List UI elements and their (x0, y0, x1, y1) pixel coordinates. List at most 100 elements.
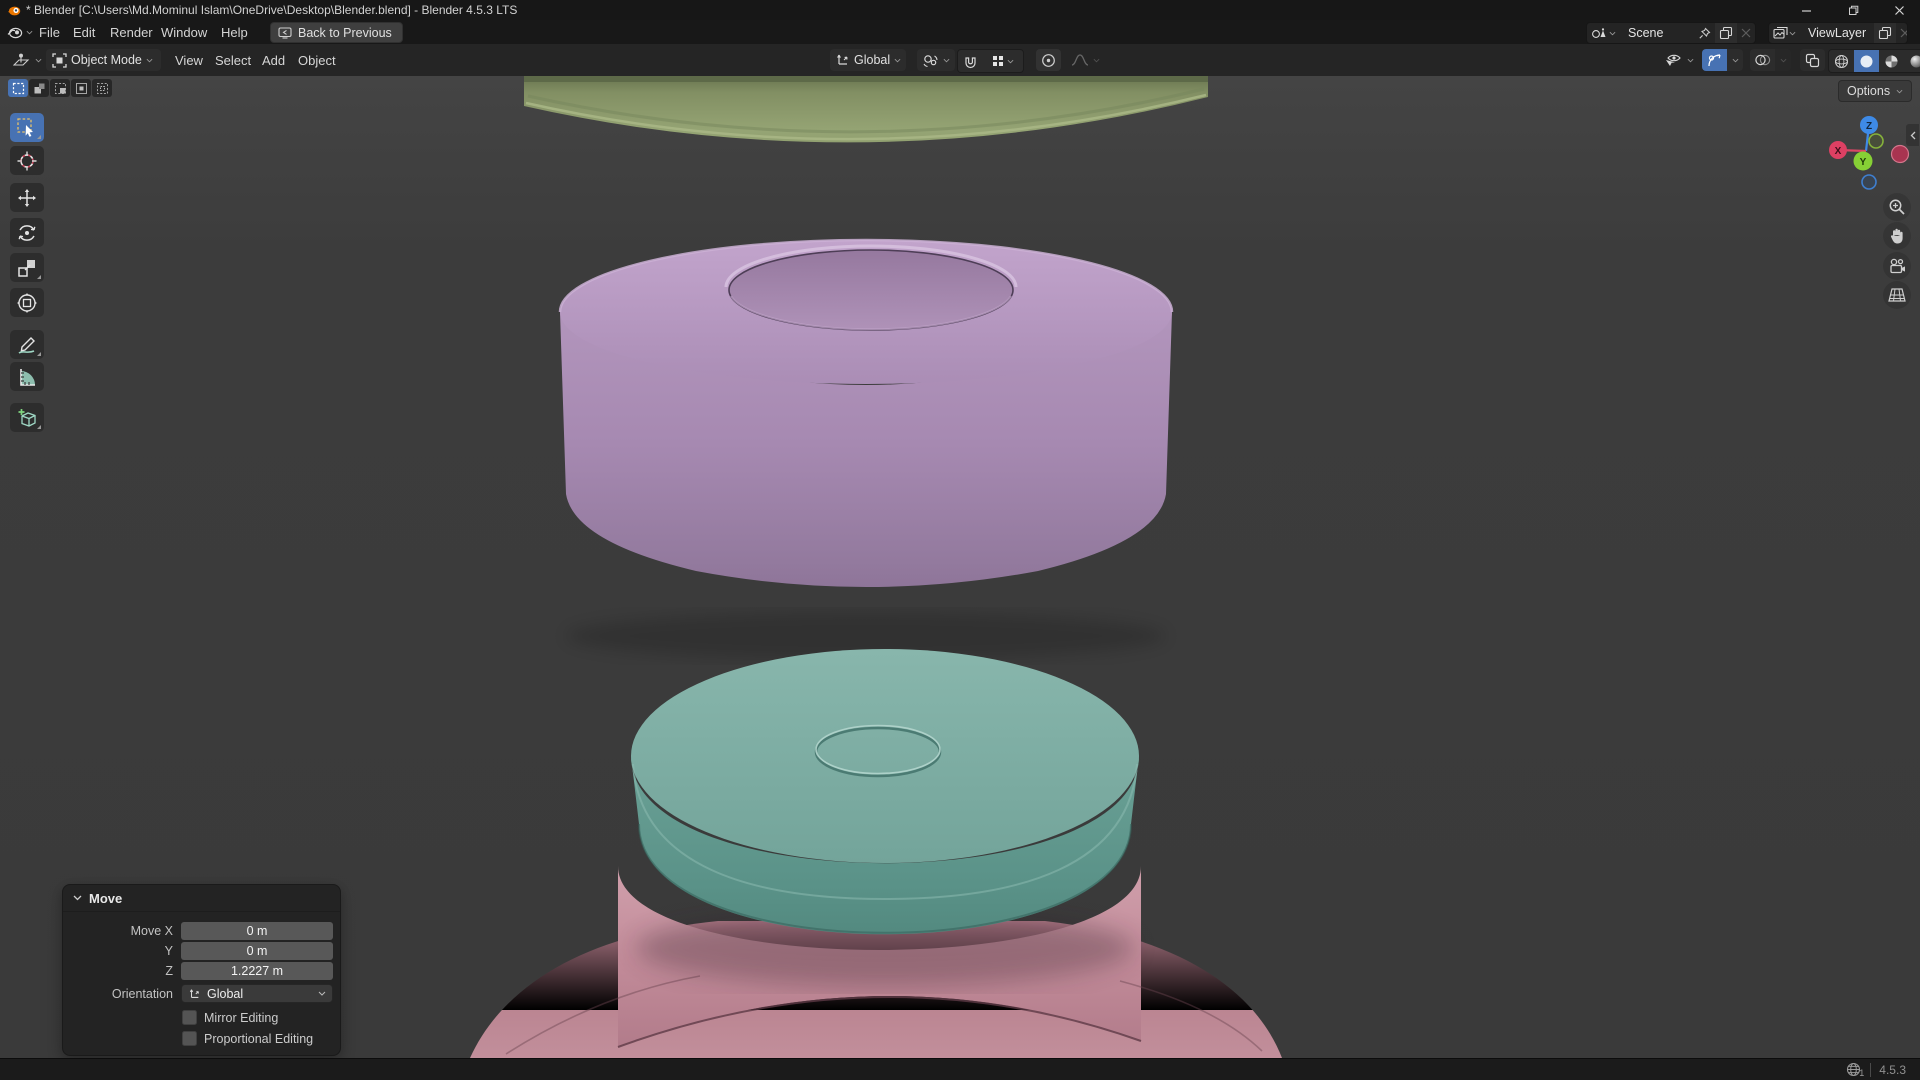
viewport-header: Object Mode View Select Add Object Globa… (0, 44, 1920, 77)
transform-orientation-dropdown[interactable]: Global (830, 49, 907, 71)
window-title: * Blender [C:\Users\Md.Mominul Islam\One… (26, 3, 518, 17)
tool-rotate[interactable] (10, 218, 44, 247)
move-z-field[interactable]: 1.2227 m (181, 961, 333, 980)
extensions-count: 1 (1859, 1068, 1865, 1078)
chevron-down-icon (1093, 58, 1100, 62)
nav-gizmo[interactable]: Z X Y (1812, 104, 1918, 204)
proportional-editing-checkbox[interactable] (182, 1031, 197, 1046)
perspective-toggle-button[interactable] (1883, 281, 1911, 309)
shading-solid-button[interactable] (1854, 50, 1879, 72)
shading-rendered-button[interactable] (1904, 50, 1920, 72)
viewport-3d[interactable]: Options Z X Y Move Move X 0 m Y 0 m Z 1.… (0, 76, 1920, 1058)
select-mode-subtract[interactable] (50, 79, 70, 97)
tool-cursor[interactable] (10, 146, 44, 175)
tool-select-box[interactable] (10, 113, 44, 142)
tool-measure[interactable] (10, 362, 44, 391)
overlays-dropdown[interactable] (1775, 49, 1791, 71)
orientation-select[interactable]: Global (181, 984, 333, 1003)
show-gizmo-toggle[interactable] (1702, 49, 1727, 71)
axis-z-neg-handle[interactable] (1861, 174, 1877, 190)
options-button[interactable]: Options (1838, 80, 1913, 102)
editor-type-button[interactable] (8, 49, 47, 71)
shading-material-button[interactable] (1879, 50, 1904, 72)
mirror-editing-label: Mirror Editing (204, 1010, 279, 1025)
object-purple-cylinder[interactable] (558, 238, 1174, 660)
move-operator-panel: Move Move X 0 m Y 0 m Z 1.2227 m Orienta… (62, 884, 341, 1056)
wireframe-sphere-icon (1834, 54, 1849, 68)
orientation-row-label: Orientation (111, 986, 173, 1001)
gizmo-dropdown[interactable] (1727, 49, 1743, 71)
object-green-cylinder[interactable] (524, 76, 1208, 143)
proportional-falloff-dropdown[interactable] (1066, 49, 1105, 71)
tool-annotate[interactable] (10, 330, 44, 359)
chevron-down-icon (894, 58, 901, 62)
proportional-editing-icon (1042, 53, 1055, 67)
tool-move[interactable] (10, 183, 44, 212)
show-overlays-toggle[interactable] (1750, 49, 1775, 71)
mirror-editing-checkbox[interactable] (182, 1010, 197, 1025)
magnet-icon (965, 56, 976, 68)
chevron-down-icon (318, 991, 326, 996)
move-x-field[interactable]: 0 m (181, 921, 333, 940)
move-x-label: Move X (130, 923, 173, 938)
remove-viewlayer-button[interactable] (1896, 23, 1907, 43)
shading-wireframe-button[interactable] (1829, 50, 1854, 72)
pin-scene-button[interactable] (1694, 23, 1715, 43)
sidebar-toggle[interactable] (1906, 124, 1919, 146)
select-mode-extend[interactable] (29, 79, 49, 97)
select-subtract-icon (54, 82, 66, 94)
pivot-point-icon (923, 54, 938, 67)
viewlayer-name[interactable]: ViewLayer (1800, 26, 1874, 40)
select-mode-new[interactable] (8, 79, 28, 97)
new-viewlayer-button[interactable] (1874, 23, 1897, 43)
xray-icon (1805, 53, 1820, 67)
viewlayer-type-button[interactable] (1769, 23, 1800, 43)
subtool-indicator (37, 352, 41, 356)
chevron-down-icon (1687, 58, 1694, 62)
snap-with-dropdown[interactable] (983, 50, 1023, 72)
select-extend-icon (34, 83, 44, 93)
mode-selector[interactable]: Object Mode (46, 49, 161, 71)
zoom-view-button[interactable] (1883, 193, 1911, 221)
tool-transform[interactable] (10, 288, 44, 317)
orientation-axes-icon (837, 54, 848, 65)
menu-object[interactable]: Object (289, 49, 345, 71)
close-button[interactable] (1876, 0, 1920, 20)
overlays-icon (1755, 54, 1771, 66)
scene-name[interactable]: Scene (1620, 26, 1694, 40)
scene-icon (1592, 27, 1606, 38)
subtool-indicator (37, 425, 41, 429)
pivot-point-dropdown[interactable] (917, 49, 955, 71)
browse-scene-button[interactable] (1587, 23, 1620, 43)
object-teal-lid[interactable] (631, 649, 1139, 986)
axis-y-neg-handle[interactable] (1868, 133, 1884, 149)
xray-toggle[interactable] (1800, 49, 1825, 71)
move-panel-header[interactable]: Move (63, 885, 340, 912)
minimize-button[interactable] (1783, 0, 1829, 20)
new-scene-button[interactable] (1715, 23, 1737, 43)
blender-window: * Blender [C:\Users\Md.Mominul Islam\One… (0, 0, 1920, 1080)
orientation-axes-icon (189, 988, 199, 998)
subtool-indicator (37, 275, 41, 279)
back-to-previous-button[interactable]: Back to Previous (270, 22, 403, 43)
falloff-curve-icon (1071, 54, 1089, 66)
select-mode-row (8, 79, 113, 97)
tool-scale[interactable] (10, 253, 44, 282)
move-y-field[interactable]: 0 m (181, 941, 333, 960)
axis-x-neg-handle[interactable] (1890, 144, 1910, 164)
tool-add-cube[interactable] (10, 403, 44, 432)
pan-view-button[interactable] (1883, 222, 1911, 250)
orientation-value: Global (207, 986, 244, 1001)
unlink-scene-button[interactable] (1737, 23, 1755, 43)
proportional-editing-toggle[interactable] (1036, 49, 1061, 71)
menu-help[interactable]: Help (210, 21, 259, 43)
object-visibility-dropdown[interactable] (1659, 49, 1699, 71)
select-mode-invert[interactable] (71, 79, 91, 97)
maximize-button[interactable] (1830, 0, 1876, 20)
menu-window[interactable]: Window (150, 21, 218, 43)
camera-view-button[interactable] (1883, 252, 1911, 280)
select-mode-intersect[interactable] (92, 79, 112, 97)
menu-add[interactable]: Add (253, 49, 294, 71)
snap-toggle[interactable] (958, 50, 983, 72)
transform-icon (17, 292, 37, 313)
